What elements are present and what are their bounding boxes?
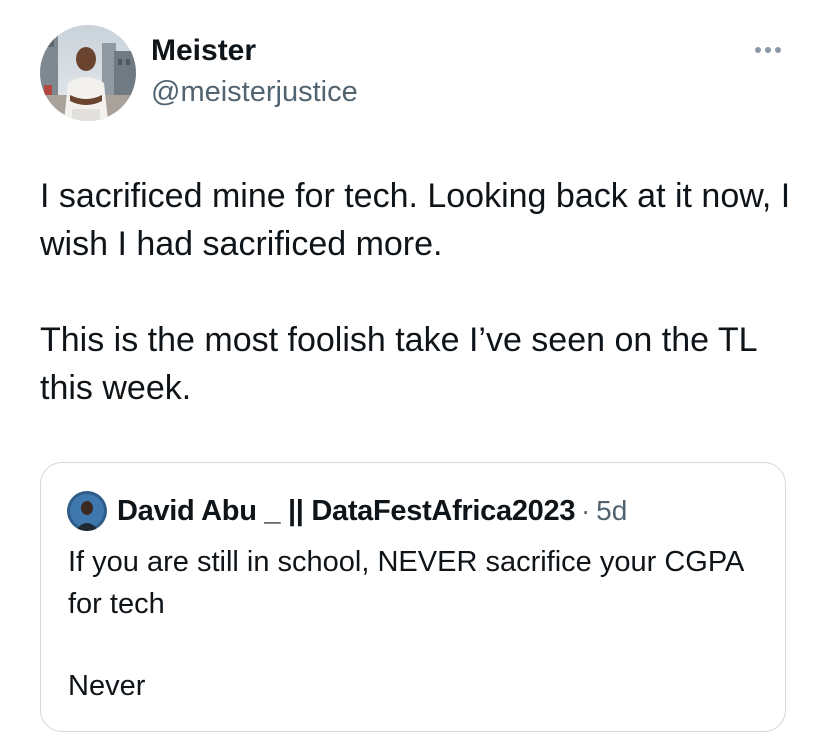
tweet-text: I sacrificed mine for tech. Looking back… — [40, 172, 800, 412]
quoted-header: David Abu _ || DataFestAfrica2023 · 5d — [117, 493, 627, 529]
tweet-paragraph: This is the most foolish take I’ve seen … — [40, 321, 757, 407]
quoted-author-avatar[interactable] — [67, 491, 107, 531]
quoted-paragraph: If you are still in school, NEVER sacrif… — [68, 546, 743, 620]
tweet-paragraph: I sacrificed mine for tech. Looking back… — [40, 177, 791, 263]
quoted-text: If you are still in school, NEVER sacrif… — [68, 541, 768, 707]
quoted-paragraph: Never — [68, 670, 146, 702]
quoted-timestamp[interactable]: 5d — [596, 495, 627, 527]
avatar-photo-icon — [40, 25, 136, 121]
quoted-author-name[interactable]: David Abu _ || DataFestAfrica2023 — [117, 495, 575, 528]
quoted-avatar-icon — [67, 491, 107, 531]
quoted-tweet-card[interactable]: David Abu _ || DataFestAfrica2023 · 5d I… — [40, 462, 786, 732]
quoted-separator: · — [581, 495, 591, 526]
author-handle[interactable]: @meisterjustice — [151, 74, 358, 110]
more-options-button[interactable] — [748, 38, 788, 62]
tweet-card: Meister @meisterjustice I sacrificed min… — [0, 0, 828, 746]
more-options-icon — [755, 47, 781, 53]
author-avatar[interactable] — [40, 25, 136, 121]
author-display-name[interactable]: Meister — [151, 33, 256, 69]
